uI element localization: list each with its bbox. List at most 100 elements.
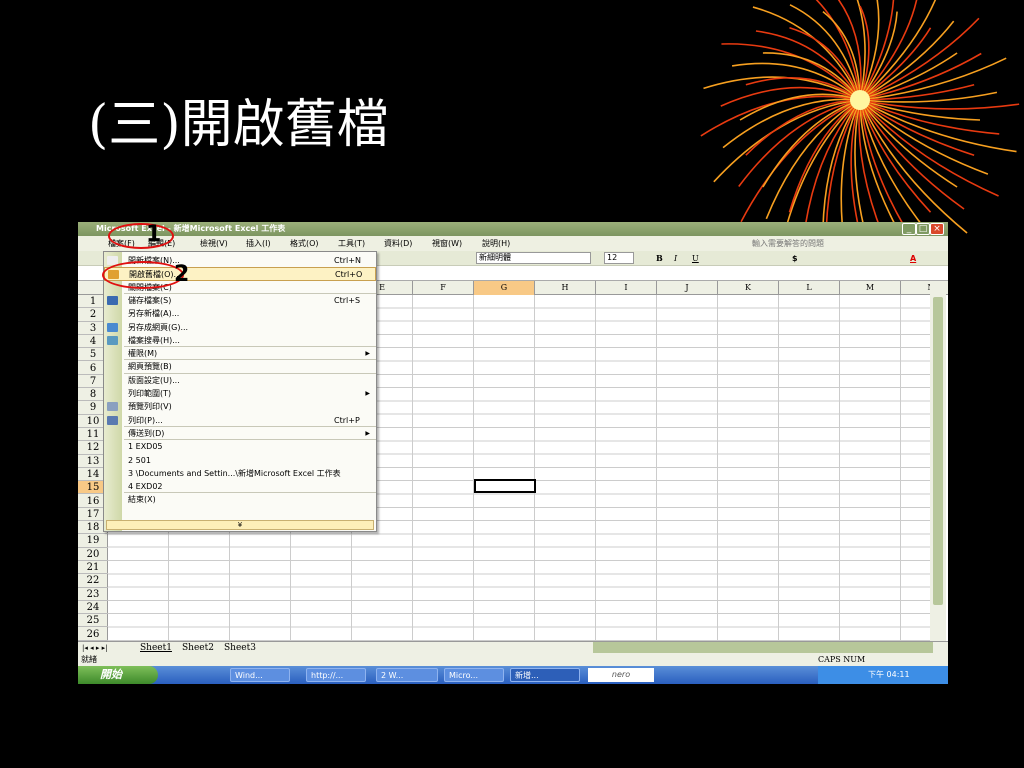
- row-header-25[interactable]: 25: [78, 614, 108, 628]
- menu-6[interactable]: 資料(D): [384, 236, 412, 251]
- menu-item-label: 2 501: [128, 455, 151, 465]
- row-header-22[interactable]: 22: [78, 574, 108, 588]
- selected-cell[interactable]: [474, 479, 536, 493]
- annotation-number-1: 1: [146, 222, 162, 247]
- menu-3[interactable]: 插入(I): [246, 236, 271, 251]
- menu-item-icon: [107, 415, 118, 425]
- row-header-20[interactable]: 20: [78, 548, 108, 561]
- file-menu-item-17[interactable]: 4 EXD02: [104, 480, 376, 493]
- file-menu: 開新檔案(N)... Ctrl+N 開啟舊檔(O)... Ctrl+O 關閉檔案(C) 儲…: [103, 251, 377, 532]
- menu-8[interactable]: 說明(H): [482, 236, 510, 251]
- column-header-M[interactable]: M: [840, 281, 901, 295]
- file-menu-item-8[interactable]: 網頁預覽(B): [104, 360, 376, 373]
- menu-item-icon: [107, 322, 118, 332]
- firework-core: [850, 90, 870, 110]
- maximize-button[interactable]: □: [916, 223, 930, 235]
- submenu-arrow-icon: ▶: [365, 350, 370, 358]
- file-menu-item-7[interactable]: 權限(M) ▶: [104, 347, 376, 360]
- menu-item-shortcut: Ctrl+S: [334, 295, 361, 305]
- file-menu-item-5[interactable]: 另存成網頁(G)...: [104, 321, 376, 334]
- column-header-G[interactable]: G: [474, 281, 535, 295]
- submenu-arrow-icon: ▶: [365, 390, 370, 397]
- nero-logo: nero: [588, 668, 654, 682]
- status-bar: 就緒 CAPS NUM: [78, 654, 948, 666]
- horizontal-scrollbar[interactable]: [593, 642, 933, 653]
- menu-item-label: 另存成網頁(G)...: [128, 322, 189, 332]
- file-menu-item-3[interactable]: 儲存檔案(S) Ctrl+S: [104, 294, 376, 307]
- taskbar-button-1[interactable]: Wind...: [230, 668, 290, 682]
- menu-item-label: 3 \Documents and Settin...\新增Microsoft E…: [128, 468, 341, 478]
- column-header-J[interactable]: J: [657, 281, 718, 295]
- currency-button[interactable]: $: [792, 251, 798, 266]
- menu-item-label: 列印範圍(T): [128, 389, 172, 398]
- menu-item-label: 另存新檔(A)...: [128, 309, 180, 319]
- status-indicators: CAPS NUM: [818, 655, 866, 664]
- file-menu-item-16[interactable]: 3 \Documents and Settin...\新增Microsoft E…: [104, 467, 376, 480]
- vertical-scroll-thumb[interactable]: [933, 297, 943, 605]
- taskbar-button-5[interactable]: 新增...: [510, 668, 580, 682]
- file-menu-item-13[interactable]: 傳送到(D) ▶: [104, 427, 376, 440]
- underline-button[interactable]: U: [692, 251, 699, 266]
- menu-item-label: 版面設定(U)...: [128, 375, 180, 385]
- menu-item-shortcut: Ctrl+N: [334, 256, 361, 265]
- close-button[interactable]: ×: [930, 223, 944, 235]
- row-header-19[interactable]: 19: [78, 534, 108, 548]
- menu-expand-button[interactable]: ¥: [106, 520, 374, 530]
- taskbar: 開始 Wind... http://... 2 W... Micro... 新增…: [78, 666, 948, 684]
- menu-item-icon: [107, 402, 118, 412]
- menu-5[interactable]: 工具(T): [338, 236, 365, 251]
- column-header-F[interactable]: F: [413, 281, 474, 295]
- column-header-K[interactable]: K: [718, 281, 779, 295]
- row-header-26[interactable]: 26: [78, 628, 108, 641]
- font-name-select[interactable]: 新細明體: [476, 252, 591, 264]
- menu-item-label: 1 EXD05: [128, 442, 163, 452]
- menu-item-label: 列印(P)...: [128, 415, 163, 425]
- menu-item-label: 檔案搜尋(H)...: [128, 335, 180, 345]
- font-color-button[interactable]: A: [910, 251, 916, 266]
- menu-item-label: 4 EXD02: [128, 482, 163, 492]
- taskbar-button-2[interactable]: http://...: [306, 668, 366, 682]
- help-search-box[interactable]: 輸入需要解答的問題: [752, 236, 824, 251]
- menu-item-label: 儲存檔案(S): [128, 295, 172, 305]
- submenu-arrow-icon: ▶: [365, 429, 370, 437]
- file-menu-item-9[interactable]: 版面設定(U)...: [104, 374, 376, 387]
- file-menu-item-15[interactable]: 2 501: [104, 454, 376, 467]
- row-header-21[interactable]: 21: [78, 561, 108, 575]
- column-header-H[interactable]: H: [535, 281, 596, 295]
- font-size-select[interactable]: 12: [604, 252, 634, 264]
- file-menu-item-18[interactable]: 結束(X): [104, 493, 376, 506]
- menu-2[interactable]: 檢視(V): [200, 236, 228, 251]
- menu-item-label: 結束(X): [128, 495, 156, 505]
- menu-item-icon: [107, 295, 118, 305]
- row-header-24[interactable]: 24: [78, 601, 108, 615]
- file-menu-item-4[interactable]: 另存新檔(A)...: [104, 307, 376, 320]
- start-button[interactable]: 開始: [78, 666, 158, 684]
- file-menu-item-12[interactable]: 列印(P)... Ctrl+P: [104, 414, 376, 427]
- column-header-I[interactable]: I: [596, 281, 657, 295]
- system-tray: 下午 04:11: [818, 666, 948, 684]
- menu-item-shortcut: Ctrl+P: [334, 415, 360, 425]
- file-menu-item-14[interactable]: 1 EXD05: [104, 440, 376, 453]
- menu-item-label: 網頁預覽(B): [128, 362, 172, 372]
- annotation-circle-2: [102, 261, 184, 289]
- bold-button[interactable]: B: [656, 251, 663, 266]
- row-header-23[interactable]: 23: [78, 588, 108, 601]
- file-menu-item-11[interactable]: 預覽列印(V): [104, 400, 376, 413]
- italic-button[interactable]: I: [674, 251, 677, 266]
- menu-item-label: 預覽列印(V): [128, 402, 172, 412]
- clock: 下午 04:11: [868, 670, 910, 679]
- menu-item-label: 權限(M): [128, 349, 158, 359]
- annotation-number-2: 2: [174, 262, 190, 287]
- taskbar-button-4[interactable]: Micro...: [444, 668, 504, 682]
- title-bar: Microsoft Excel - 新增Microsoft Excel 工作表: [78, 222, 948, 236]
- file-menu-item-10[interactable]: 列印範圍(T) ▶: [104, 387, 376, 400]
- slide-title: (三)開啟舊檔: [88, 95, 389, 155]
- taskbar-button-3[interactable]: 2 W...: [376, 668, 438, 682]
- menu-4[interactable]: 格式(O): [290, 236, 319, 251]
- minimize-button[interactable]: _: [902, 223, 916, 235]
- menu-item-icon: [107, 335, 118, 345]
- menu-7[interactable]: 視窗(W): [432, 236, 462, 251]
- annotation-circle-1: [108, 223, 174, 249]
- column-header-L[interactable]: L: [779, 281, 840, 295]
- file-menu-item-6[interactable]: 檔案搜尋(H)...: [104, 334, 376, 347]
